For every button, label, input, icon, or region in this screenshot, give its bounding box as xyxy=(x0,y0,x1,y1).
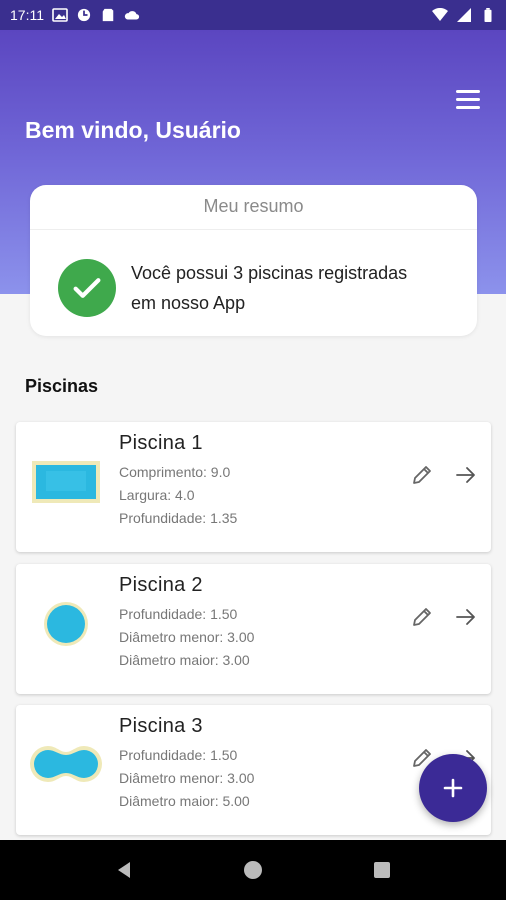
add-pool-button[interactable] xyxy=(419,754,487,822)
system-nav-bar xyxy=(0,840,506,900)
summary-title: Meu resumo xyxy=(30,185,477,230)
menu-icon[interactable] xyxy=(456,90,480,110)
status-time: 17:11 xyxy=(10,7,44,23)
photo-icon xyxy=(52,8,68,22)
back-icon[interactable] xyxy=(112,858,136,882)
pool-card[interactable]: Piscina 2 Profundidade: 1.50 Diâmetro me… xyxy=(16,564,491,694)
arrow-right-icon[interactable] xyxy=(453,462,479,488)
app-notification-icon xyxy=(77,8,91,22)
wifi-icon xyxy=(432,8,448,21)
pool-attribute: Diâmetro menor: 3.00 xyxy=(119,770,255,786)
pool-attribute: Largura: 4.0 xyxy=(119,487,195,503)
section-title: Piscinas xyxy=(25,376,99,396)
plus-icon xyxy=(443,778,463,798)
pool-attribute: Profundidade: 1.50 xyxy=(119,606,238,622)
battery-icon xyxy=(484,8,492,22)
pool-attribute: Profundidade: 1.50 xyxy=(119,747,238,763)
round-pool-icon xyxy=(26,584,106,664)
pool-card[interactable]: Piscina 1 Comprimento: 9.0 Largura: 4.0 … xyxy=(16,422,491,552)
home-icon[interactable] xyxy=(241,858,265,882)
pool-attribute: Comprimento: 9.0 xyxy=(119,464,231,480)
pool-attribute: Diâmetro maior: 3.00 xyxy=(119,652,250,668)
pool-name: Piscina 2 xyxy=(119,574,203,596)
pool-attribute: Diâmetro menor: 3.00 xyxy=(119,629,255,645)
pool-attribute: Profundidade: 1.35 xyxy=(119,510,238,526)
signal-icon xyxy=(457,8,471,22)
summary-card: Meu resumo Você possui 3 piscinas regist… xyxy=(30,185,477,336)
pencil-icon[interactable] xyxy=(409,462,435,488)
pencil-icon[interactable] xyxy=(409,604,435,630)
rectangular-pool-icon xyxy=(26,442,106,522)
pool-name: Piscina 1 xyxy=(119,432,203,454)
welcome-title: Bem vindo, Usuário xyxy=(25,117,241,143)
kidney-pool-icon xyxy=(26,725,106,805)
pool-card[interactable]: Piscina 3 Profundidade: 1.50 Diâmetro me… xyxy=(16,705,491,835)
cloud-icon xyxy=(124,11,140,20)
check-icon xyxy=(58,259,116,317)
recents-icon[interactable] xyxy=(370,858,394,882)
status-bar: 17:11 xyxy=(0,0,506,30)
pool-attribute: Diâmetro maior: 5.00 xyxy=(119,793,250,809)
pool-name: Piscina 3 xyxy=(119,715,203,737)
summary-message: Você possui 3 piscinas registradas em no… xyxy=(131,263,408,313)
arrow-right-icon[interactable] xyxy=(453,604,479,630)
sd-card-icon xyxy=(102,8,114,22)
